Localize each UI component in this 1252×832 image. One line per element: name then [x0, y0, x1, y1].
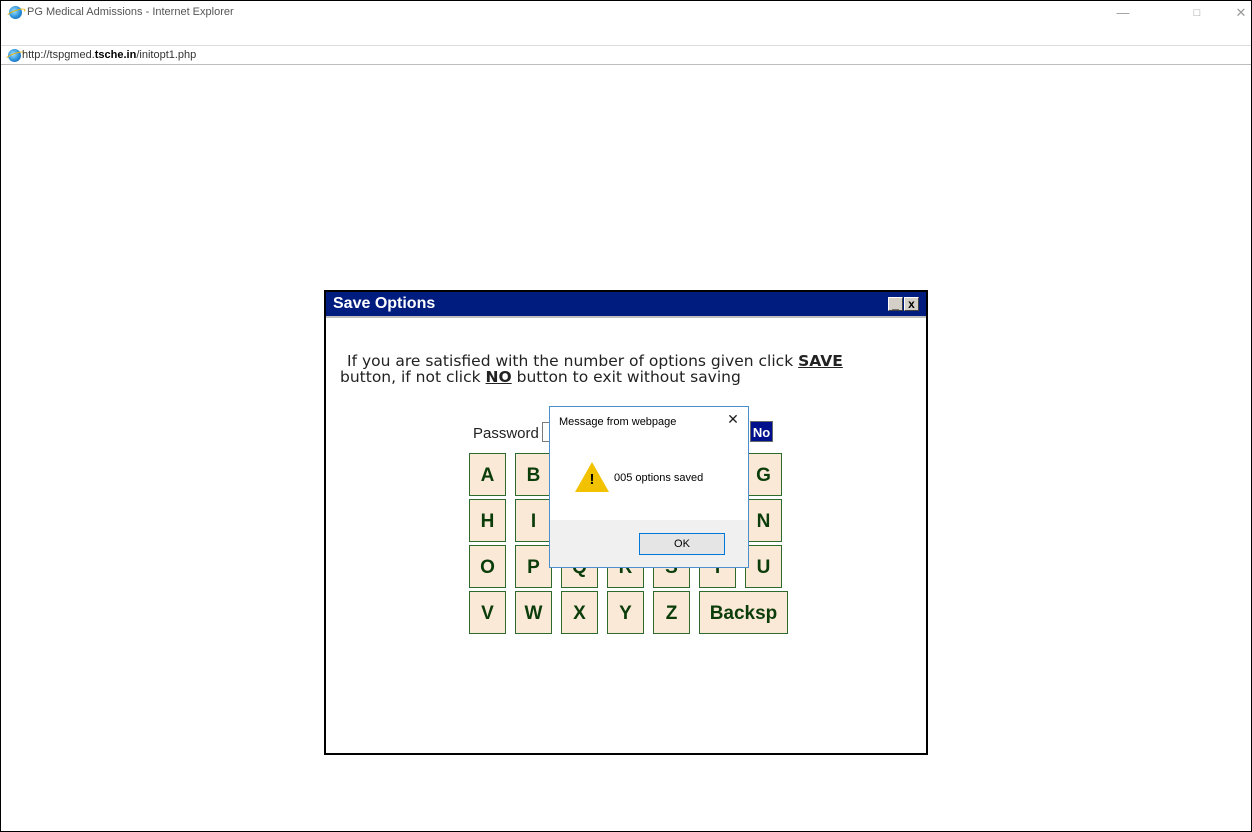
- url-text: http://tspgmed.tsche.in/initopt1.php: [22, 49, 196, 61]
- key-x[interactable]: X: [561, 591, 598, 634]
- key-v[interactable]: V: [469, 591, 506, 634]
- maximize-button[interactable]: □: [1183, 3, 1211, 23]
- message-dialog: Message from webpage ✕ ! 005 options sav…: [549, 406, 749, 568]
- url-path: /initopt1.php: [136, 49, 197, 61]
- instruction-message: If you are satisfied with the number of …: [340, 353, 920, 385]
- window-title: PG Medical Admissions - Internet Explore…: [27, 6, 234, 18]
- no-button[interactable]: No: [750, 421, 773, 442]
- key-p[interactable]: P: [515, 545, 552, 588]
- key-w[interactable]: W: [515, 591, 552, 634]
- dialog-footer: OK: [550, 520, 748, 567]
- warning-exclamation: !: [589, 471, 595, 488]
- ie-logo-icon: [9, 6, 22, 19]
- address-bar[interactable]: http://tspgmed.tsche.in/initopt1.php: [1, 45, 1251, 65]
- url-domain: tsche.in: [94, 49, 137, 61]
- popup-minimize-button[interactable]: _: [888, 297, 903, 311]
- title-bar: PG Medical Admissions - Internet Explore…: [1, 1, 1251, 25]
- minimize-button[interactable]: —: [1109, 3, 1137, 23]
- dialog-message: 005 options saved: [614, 472, 704, 484]
- ok-button[interactable]: OK: [639, 533, 725, 555]
- page-ie-icon: [8, 49, 21, 62]
- message-part2: button, if not click: [340, 368, 486, 386]
- no-keyword: NO: [485, 368, 512, 386]
- key-h[interactable]: H: [469, 499, 506, 542]
- backspace-key[interactable]: Backsp: [699, 591, 788, 634]
- message-part3: button to exit without saving: [511, 368, 741, 386]
- url-prefix: http://tspgmed.: [22, 49, 95, 61]
- popup-close-button[interactable]: x: [904, 297, 919, 311]
- key-z[interactable]: Z: [653, 591, 690, 634]
- popup-title-bar: Save Options _ x: [326, 292, 926, 318]
- key-a[interactable]: A: [469, 453, 506, 496]
- key-b[interactable]: B: [515, 453, 552, 496]
- close-window-button[interactable]: ✕: [1227, 3, 1252, 23]
- password-label: Password: [473, 425, 539, 442]
- dialog-title: Message from webpage: [559, 416, 677, 428]
- key-y[interactable]: Y: [607, 591, 644, 634]
- key-i[interactable]: I: [515, 499, 552, 542]
- key-g[interactable]: G: [745, 453, 782, 496]
- dialog-close-icon[interactable]: ✕: [726, 412, 740, 426]
- popup-title: Save Options: [333, 295, 436, 312]
- key-n[interactable]: N: [745, 499, 782, 542]
- key-u[interactable]: U: [745, 545, 782, 588]
- save-keyword: SAVE: [798, 352, 843, 370]
- key-o[interactable]: O: [469, 545, 506, 588]
